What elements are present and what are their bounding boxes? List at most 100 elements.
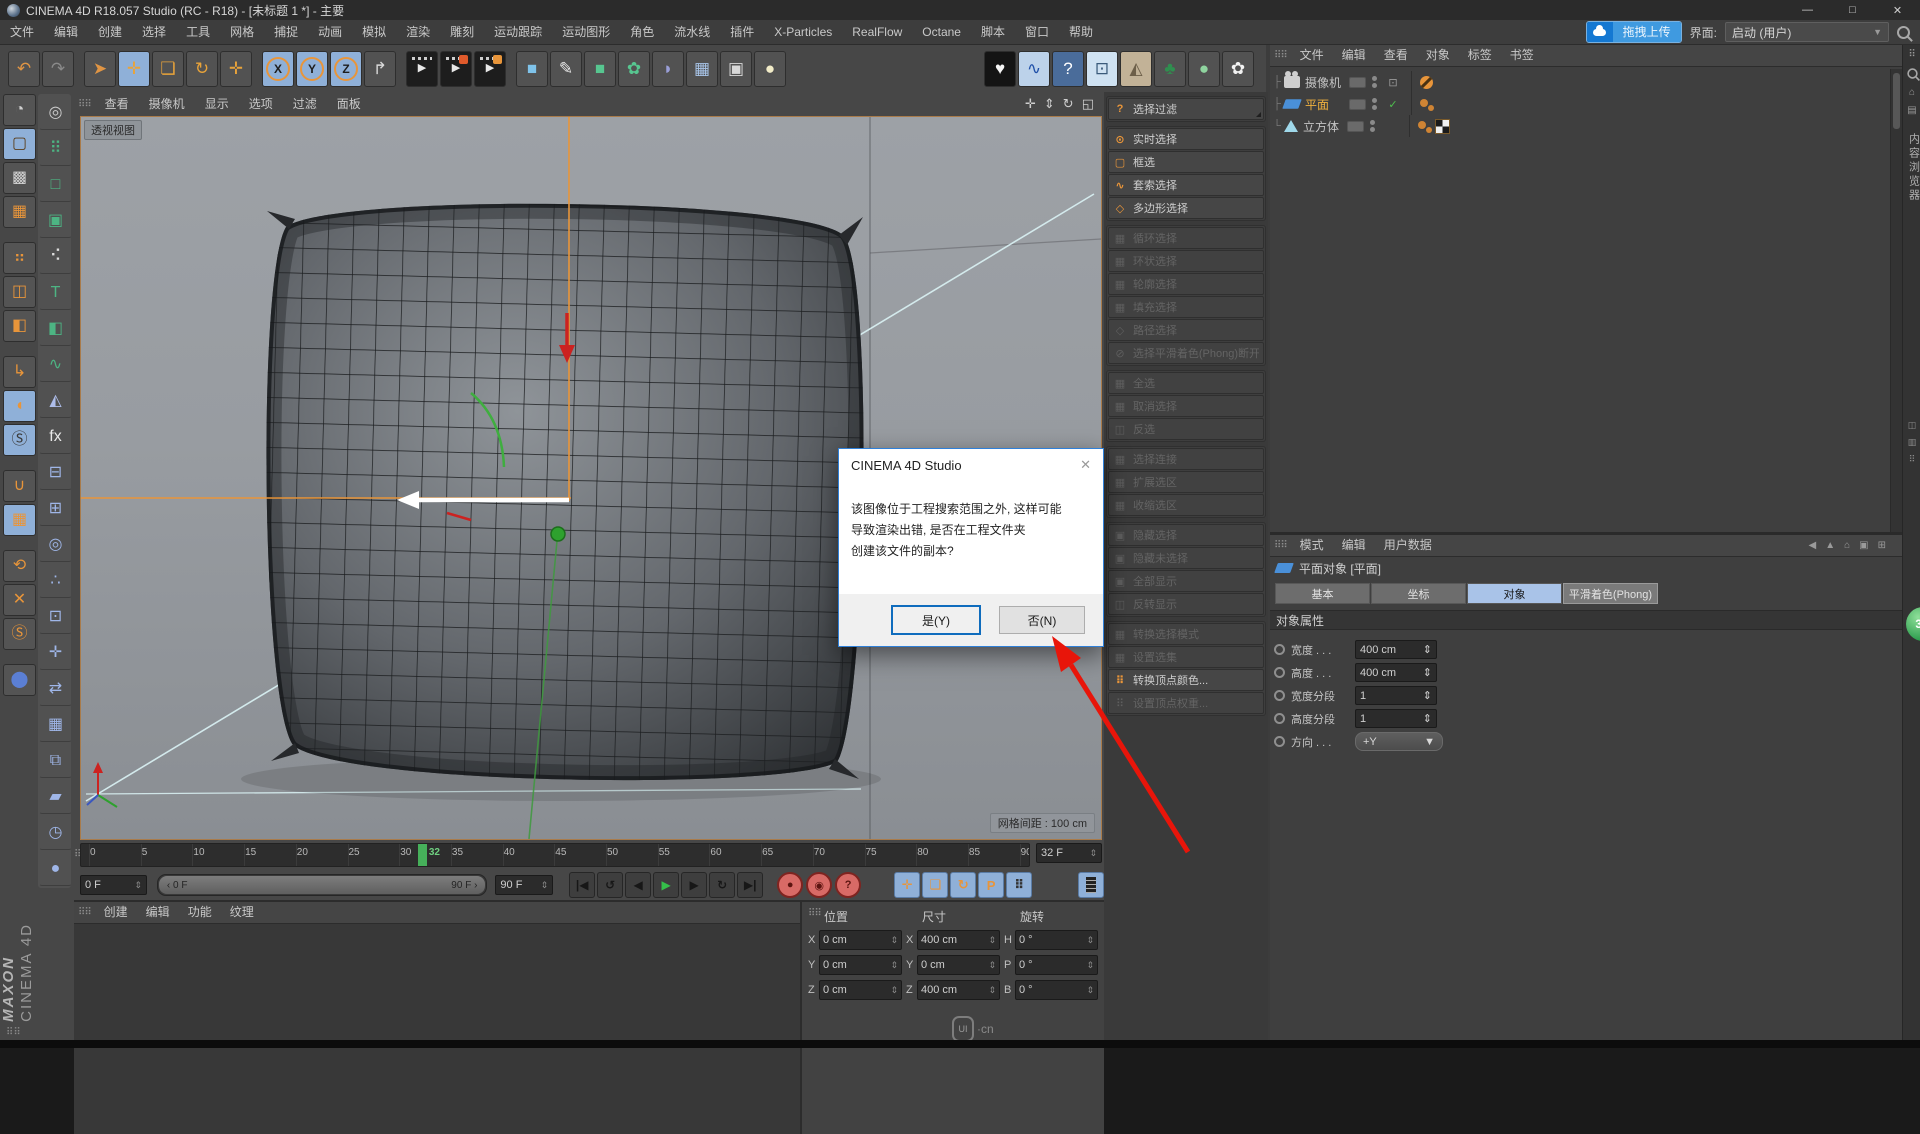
add-light-button[interactable]: ● [754,51,786,87]
point-level-key-button[interactable]: ⠿ [1006,872,1032,898]
checker-grid-button[interactable]: ▦ [39,708,72,742]
plane-layer-box[interactable] [1349,99,1366,110]
zoom-view-button[interactable]: ⇕ [1044,96,1055,112]
subdivide-button[interactable]: ◎ [39,96,72,130]
height-field[interactable]: 400 cm⇕ [1355,663,1437,682]
axis-center-button[interactable]: ✕ [3,584,36,616]
move-tool-button[interactable]: ✛ [118,51,150,87]
rotation-b-field[interactable]: 0 °⇕ [1015,980,1098,1000]
plane-phong-tag[interactable] [1420,99,1434,109]
transport-previous-frame-button[interactable]: ◀ [625,872,651,898]
dotted-sphere-button[interactable]: ● [39,852,72,886]
dialog-no-button[interactable]: 否(N) [999,606,1085,634]
attribute-menu-icon-4[interactable]: ⊞ [1878,540,1886,551]
lock-x-axis-button[interactable]: X [262,51,294,87]
width-field[interactable]: 400 cm⇕ [1355,640,1437,659]
maximize-view-button[interactable]: ◱ [1082,96,1094,112]
add-generator-button[interactable]: ■ [584,51,616,87]
position-z-field[interactable]: 0 cm⇕ [819,980,902,1000]
size-x-field[interactable]: 400 cm⇕ [917,930,1000,950]
workplane-mode-button[interactable]: ▦ [3,196,36,228]
transport-goto-start-button[interactable]: |◀ [569,872,595,898]
cube-texture-tag[interactable] [1435,119,1450,134]
rotation-p-field[interactable]: 0 °⇕ [1015,955,1098,975]
rotation-h-field[interactable]: 0 °⇕ [1015,930,1098,950]
camera-layer-box[interactable] [1349,77,1366,88]
material-menu-item-2[interactable]: 功能 [179,902,221,923]
tracer-button[interactable]: ◧ [39,312,72,346]
height-segments-key-radio[interactable] [1274,713,1285,724]
menubar-item-8[interactable]: 模拟 [352,20,396,44]
attribute-menu-item-2[interactable]: 用户数据 [1375,535,1441,556]
menubar-item-3[interactable]: 选择 [132,20,176,44]
orientation-key-radio[interactable] [1274,736,1285,747]
height-key-radio[interactable] [1274,667,1285,678]
size-y-field[interactable]: 0 cm⇕ [917,955,1000,975]
close-button[interactable]: ✕ [1875,0,1920,20]
object-row-camera[interactable]: ├摄像机⊡ [1270,71,1902,93]
menubar-item-5[interactable]: 网格 [220,20,264,44]
menubar-item-13[interactable]: 角色 [620,20,664,44]
orientation-dropdown[interactable]: +Y▼ [1355,732,1443,751]
add-deformer-button[interactable]: ◗ [652,51,684,87]
menubar-item-7[interactable]: 动画 [308,20,352,44]
material-menu-item-0[interactable]: 创建 [95,902,137,923]
redo-button[interactable]: ↷ [42,51,74,87]
position-y-field[interactable]: 0 cm⇕ [819,955,902,975]
menubar-item-19[interactable]: 脚本 [971,20,1015,44]
pillow-object[interactable] [266,204,863,780]
timeline-mode-button[interactable] [1078,872,1104,898]
minimize-button[interactable]: — [1785,0,1830,20]
menubar-item-6[interactable]: 捕捉 [264,20,308,44]
dice-button[interactable]: ⊡ [39,600,72,634]
cube-layer-box[interactable] [1347,121,1364,132]
object-row-plane[interactable]: ├平面✓ [1270,93,1902,115]
menubar-item-11[interactable]: 运动跟踪 [484,20,552,44]
timeline-ruler[interactable]: 05101520253035404550556065707580859032 [80,843,1030,867]
scale-tool-button[interactable]: ❏ [152,51,184,87]
dialog-close-icon[interactable]: ✕ [1080,457,1103,473]
edit-render-settings-button[interactable]: ▶ [474,51,506,87]
shapes-button[interactable]: ▰ [39,780,72,814]
polygon-selection-item[interactable]: ◇多边形选择 [1108,197,1264,219]
add-cube-button[interactable]: ■ [516,51,548,87]
rotate-tool-button[interactable]: ↻ [186,51,218,87]
object-manager-menu-item-1[interactable]: 编辑 [1333,45,1375,66]
make-editable-button[interactable]: ◔ [3,94,36,126]
current-frame-field[interactable]: 32 F⇕ [1036,843,1102,863]
menubar-item-1[interactable]: 编辑 [44,20,88,44]
cube-phong-tag[interactable] [1418,121,1432,131]
undo-button[interactable]: ↶ [8,51,40,87]
menubar-item-4[interactable]: 工具 [176,20,220,44]
menubar-item-14[interactable]: 流水线 [664,20,720,44]
transport-play-reverse-button[interactable]: ↺ [597,872,623,898]
menubar-item-16[interactable]: X-Particles [764,20,842,44]
width-segments-key-radio[interactable] [1274,690,1285,701]
interface-dropdown[interactable]: 启动 (用户) ▼ [1725,22,1889,42]
enable-axis-button[interactable]: ↳ [3,356,36,388]
texture-mode-button[interactable]: ▩ [3,162,36,194]
transport-goto-end-button[interactable]: ▶| [737,872,763,898]
spline-swirl-button[interactable]: ∿ [39,348,72,382]
rotation-key-button[interactable]: ↻ [950,872,976,898]
transport-play-forward-button[interactable]: ▶ [653,872,679,898]
attribute-menu-icon-0[interactable]: ◀ [1809,540,1817,551]
drag-upload-button[interactable]: 拖拽上传 [1586,21,1682,43]
attribute-menu-icon-1[interactable]: ▲ [1825,540,1835,551]
scale-key-button[interactable]: ❏ [922,872,948,898]
plugin-heart-button[interactable]: ♥ [984,51,1016,87]
dialog-yes-button[interactable]: 是(Y) [891,605,981,635]
viewport-menu-item-5[interactable]: 面板 [327,92,371,116]
lock-y-axis-button[interactable]: Y [296,51,328,87]
tab-coordinates[interactable]: 坐标 [1371,583,1466,604]
plugin-flower-button[interactable]: ✿ [1222,51,1254,87]
workplane-reset-button[interactable]: ⟲ [3,550,36,582]
polygons-mode-button[interactable]: ◧ [3,310,36,342]
plugin-sphere-button[interactable]: ● [1188,51,1220,87]
object-manager-menu-item-0[interactable]: 文件 [1291,45,1333,66]
transport-loop-button[interactable]: ↻ [709,872,735,898]
object-manager-menu-item-4[interactable]: 标签 [1459,45,1501,66]
parameter-key-button[interactable]: P [978,872,1004,898]
maximize-button[interactable]: □ [1830,0,1875,20]
object-row-cube[interactable]: └立方体 [1270,115,1902,137]
